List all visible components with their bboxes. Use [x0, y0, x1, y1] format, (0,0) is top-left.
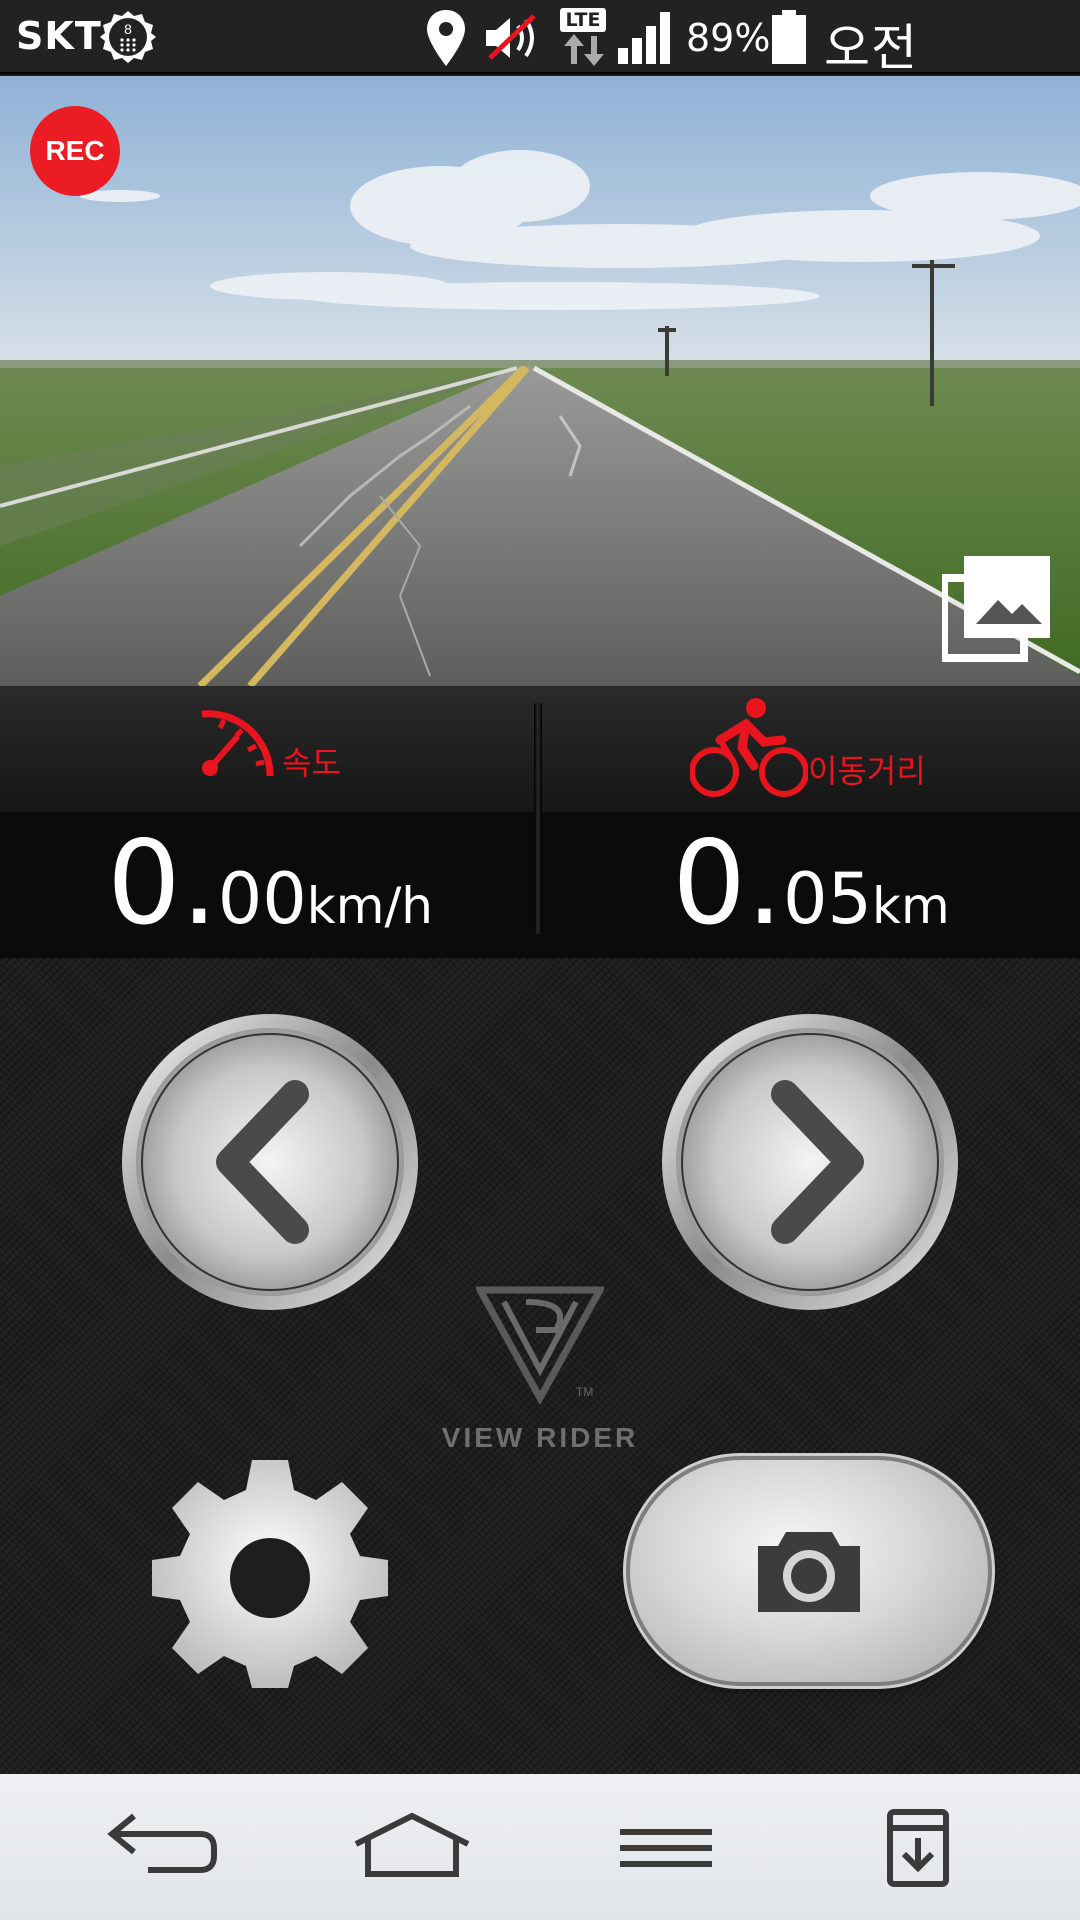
badge-icon: 8: [100, 11, 156, 63]
lte-label: LTE: [560, 8, 606, 32]
navigation-bar: [0, 1774, 1080, 1920]
status-bar: SKT 8 LTE 89% 오전 11:43: [0, 0, 1080, 138]
back-icon[interactable]: [104, 1808, 224, 1888]
speed-value: 0.00km/h: [0, 816, 540, 951]
speed-dec: 00: [217, 858, 307, 940]
menu-icon[interactable]: [606, 1808, 726, 1888]
home-icon[interactable]: [352, 1808, 472, 1888]
download-icon[interactable]: [858, 1808, 978, 1888]
distance-value: 0.05km: [542, 816, 1080, 951]
signal-icon: [618, 12, 670, 64]
carrier-label: SKT: [16, 14, 102, 58]
distance-int: 0.: [672, 816, 783, 951]
distance-unit: km: [872, 877, 950, 935]
speed-int: 0.: [107, 816, 218, 951]
dashboard: 속도 0.00km/h 이동거리 0.05km: [0, 686, 1080, 958]
camera-shutter-button[interactable]: [630, 1460, 988, 1682]
lte-icon: LTE: [560, 8, 610, 68]
distance-panel: 이동거리 0.05km: [542, 686, 1080, 958]
view-rider-logo: TM VIEW RIDER: [420, 1286, 660, 1466]
speed-label: 속도: [282, 744, 341, 782]
controls-area: TM VIEW RIDER: [0, 958, 1080, 1774]
gear-icon: [152, 1460, 388, 1688]
cyclist-icon: [690, 698, 808, 797]
logo-tm: TM: [576, 1385, 593, 1399]
distance-dec: 05: [782, 858, 873, 940]
prev-button[interactable]: [120, 1012, 420, 1312]
distance-label: 이동거리: [808, 752, 926, 790]
battery-icon: [772, 10, 806, 64]
logo-mark-icon: TM: [476, 1286, 604, 1404]
road-scene-image: [0, 76, 1080, 686]
logo-text: VIEW RIDER: [441, 1422, 639, 1453]
battery-percent: 89%: [686, 16, 771, 60]
rec-indicator: REC: [30, 106, 120, 196]
settings-button[interactable]: [150, 1454, 390, 1694]
camera-preview[interactable]: REC: [0, 76, 1080, 686]
next-button[interactable]: [660, 1012, 960, 1312]
data-arrows-icon: [564, 34, 604, 66]
speed-panel: 속도 0.00km/h: [0, 686, 540, 958]
camera-icon: [758, 1532, 860, 1612]
location-icon: [427, 10, 465, 66]
speed-unit: km/h: [306, 877, 433, 935]
gallery-icon[interactable]: [942, 552, 1054, 664]
mute-icon: [486, 14, 536, 60]
speedometer-icon: [201, 710, 274, 777]
badge-number: 8: [124, 21, 132, 37]
